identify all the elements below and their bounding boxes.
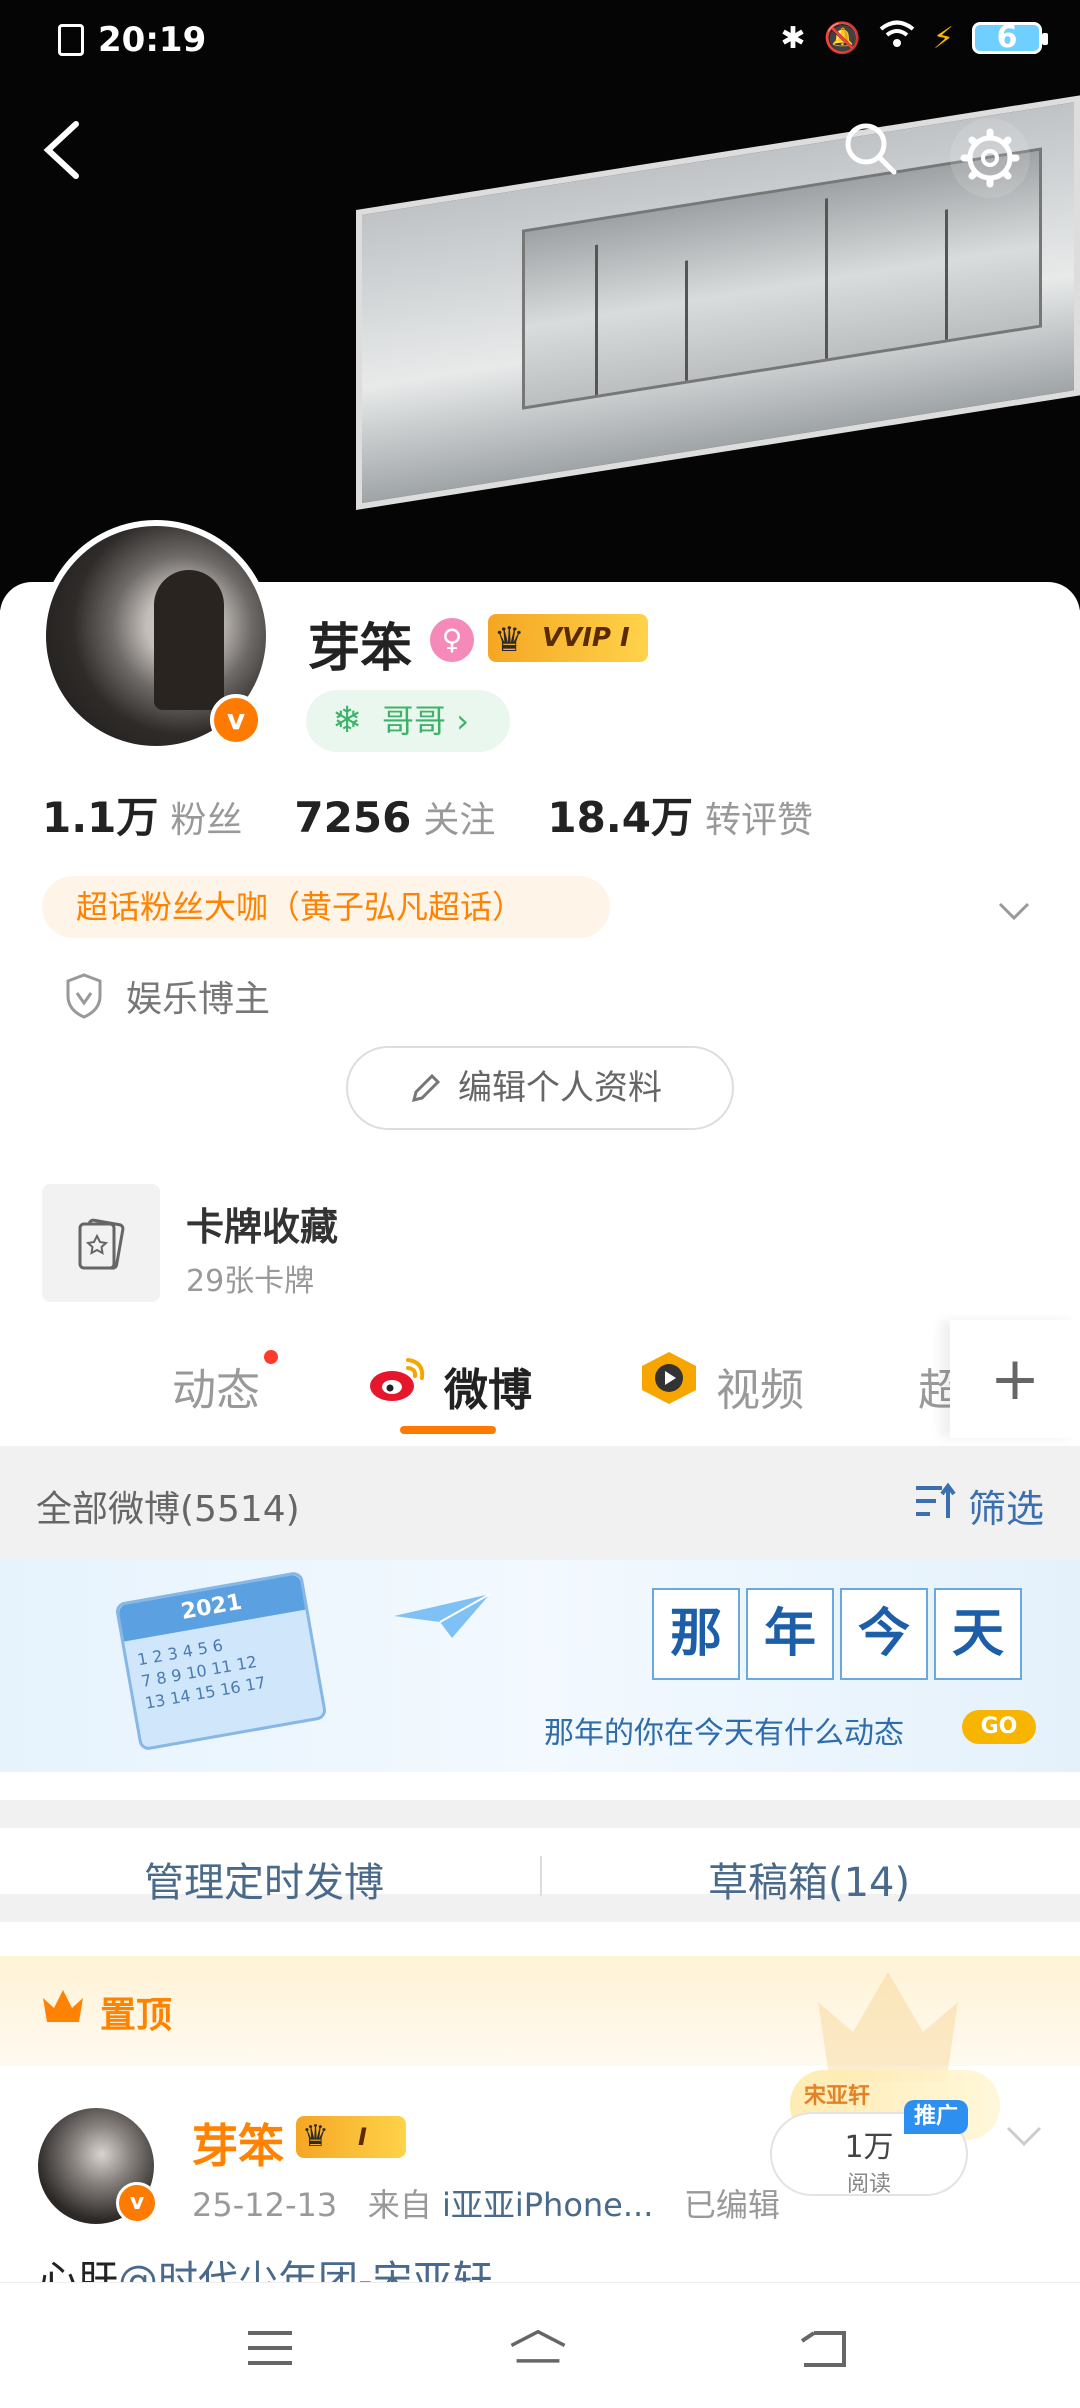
card-icon [78,1218,125,1270]
promo-text: 宋亚轩 [804,2084,871,2109]
stat-interactions[interactable]: 18.4万 转评赞 [547,784,813,845]
promote-badge[interactable]: 推广 [904,2100,968,2134]
post-date: 25-12-13 [192,2186,338,2224]
tab-dynamics[interactable]: 动态 [172,1354,260,1418]
system-nav-bar [0,2282,1080,2408]
profile-name: 芽笨 [308,619,413,679]
group-tag-label: 哥哥 [382,702,447,740]
stat-value: 18.4万 [547,793,693,842]
banner-subtitle: 那年的你在今天有什么动态 [544,1716,904,1751]
filter-icon [915,1482,956,1518]
battery-icon: 6 [972,20,1048,55]
pencil-icon [411,1073,441,1103]
stat-label: 关注 [423,800,496,841]
stat-label: 转评赞 [704,800,813,841]
settings-button[interactable] [950,118,1030,198]
edit-profile-label: 编辑个人资料 [458,1068,662,1108]
charging-icon: ⚡ [932,20,954,56]
tab-weibo[interactable]: 微博 [444,1354,532,1418]
stat-followers[interactable]: 1.1万 粉丝 [42,784,242,845]
notification-dot [264,1350,278,1364]
filter-label: 筛选 [967,1487,1044,1531]
weibo-logo-icon [370,1358,425,1401]
stat-value: 7256 [294,793,412,842]
expand-button[interactable] [996,892,1032,928]
read-label: 阅读 [846,2172,891,2197]
edit-profile-button[interactable]: 编辑个人资料 [346,1046,734,1130]
manage-bar: 管理定时发博 草稿箱(14) [0,1800,1080,1922]
search-button[interactable] [842,120,898,176]
stat-label: 粉丝 [170,800,243,841]
card-collection-icon-box[interactable] [42,1184,160,1302]
banner-char: 年 [746,1588,834,1680]
scheduled-posts-button[interactable]: 管理定时发博 [144,1850,384,1908]
menu-icon[interactable] [240,2323,300,2373]
active-tab-indicator [400,1426,496,1434]
post-source[interactable]: i亚亚iPhone... [442,2186,653,2224]
female-icon[interactable]: ♀ [430,618,474,662]
divider [540,1856,542,1896]
mute-icon: 🔕 [823,20,861,56]
post-vip-badge[interactable]: ♛ I [296,2116,406,2158]
chevron-down-icon[interactable] [1004,2122,1044,2152]
post-verified-badge: v [116,2182,158,2224]
gear-icon [960,128,1020,188]
snowflake-icon: ❄ [332,700,363,741]
post-vip-label: I [358,2123,367,2151]
verified-badge: v [210,694,262,746]
search-icon [845,123,897,175]
paper-plane-icon [394,1593,491,1638]
profile-tabs: 动态 微博 视频 超 [0,1320,1080,1440]
banner-go-button[interactable]: GO [962,1710,1036,1744]
memory-banner[interactable]: 2021 1 2 3 4 5 67 8 9 10 11 12 13 14 15 1… [0,1560,1080,1772]
bluetooth-icon: ✱ [780,20,806,56]
crown-icon: ♛ [494,620,525,660]
status-bar: 20:19 ✱ 🔕 ⚡ 6 [0,0,1080,84]
post-meta: 25-12-13 来自 i亚亚iPhone... 已编辑 [192,2180,780,2226]
fan-badge[interactable]: 超话粉丝大咖（黄子弘凡超话） [42,876,610,938]
post-source-prefix: 来自 [367,2186,432,2224]
group-tag-pill[interactable]: ❄ 哥哥 › [306,690,510,752]
crown-icon [43,1990,83,2022]
back-button[interactable] [38,120,90,180]
post-edited: 已编辑 [683,2186,780,2224]
filter-bar: 全部微博(5514) 筛选 [0,1446,1080,1560]
banner-char: 今 [840,1588,928,1680]
battery-level: 6 [996,20,1018,55]
shield-icon [66,973,102,1019]
calendar-icon: 2021 1 2 3 4 5 67 8 9 10 11 12 13 14 15 1… [114,1570,328,1752]
crown-icon: ♛ [302,2119,329,2154]
stat-following[interactable]: 7256 关注 [294,791,495,843]
cover-image[interactable]: 20:19 ✱ 🔕 ⚡ 6 [0,0,1080,610]
wifi-icon [879,20,915,56]
filter-button[interactable]: 筛选 [915,1478,1044,1533]
add-tab-button[interactable]: + [950,1320,1080,1438]
profile-stats: 1.1万 粉丝 7256 关注 18.4万 转评赞 [42,784,813,845]
profile-page: 20:19 ✱ 🔕 ⚡ 6 v 芽笨 ♀ ♛ VVIP I ❄ 哥哥 › 1.1… [0,0,1080,2408]
post-author-name[interactable]: 芽笨 [192,2110,284,2176]
chevron-down-icon [998,902,1030,921]
status-time: 20:19 [98,20,207,60]
tab-video[interactable]: 视频 [716,1354,804,1418]
pinned-label: 置顶 [100,1995,173,2036]
drafts-button[interactable]: 草稿箱(14) [708,1850,910,1908]
banner-char: 那 [652,1588,740,1680]
vvip-label: VVIP I [542,623,630,653]
video-logo-icon [642,1352,696,1404]
card-collection-title[interactable]: 卡牌收藏 [186,1196,338,1251]
chevron-left-icon [43,121,79,179]
card-collection-count: 29张卡牌 [186,1264,315,1299]
post-count-label: 全部微博(5514) [36,1489,300,1530]
home-icon[interactable] [508,2323,568,2373]
back-nav-icon[interactable] [794,2323,854,2373]
banner-char: 天 [934,1588,1022,1680]
vvip-badge[interactable]: ♛ VVIP I [488,614,648,662]
stat-value: 1.1万 [42,793,159,842]
role-label[interactable]: 娱乐博主 [126,970,270,1022]
